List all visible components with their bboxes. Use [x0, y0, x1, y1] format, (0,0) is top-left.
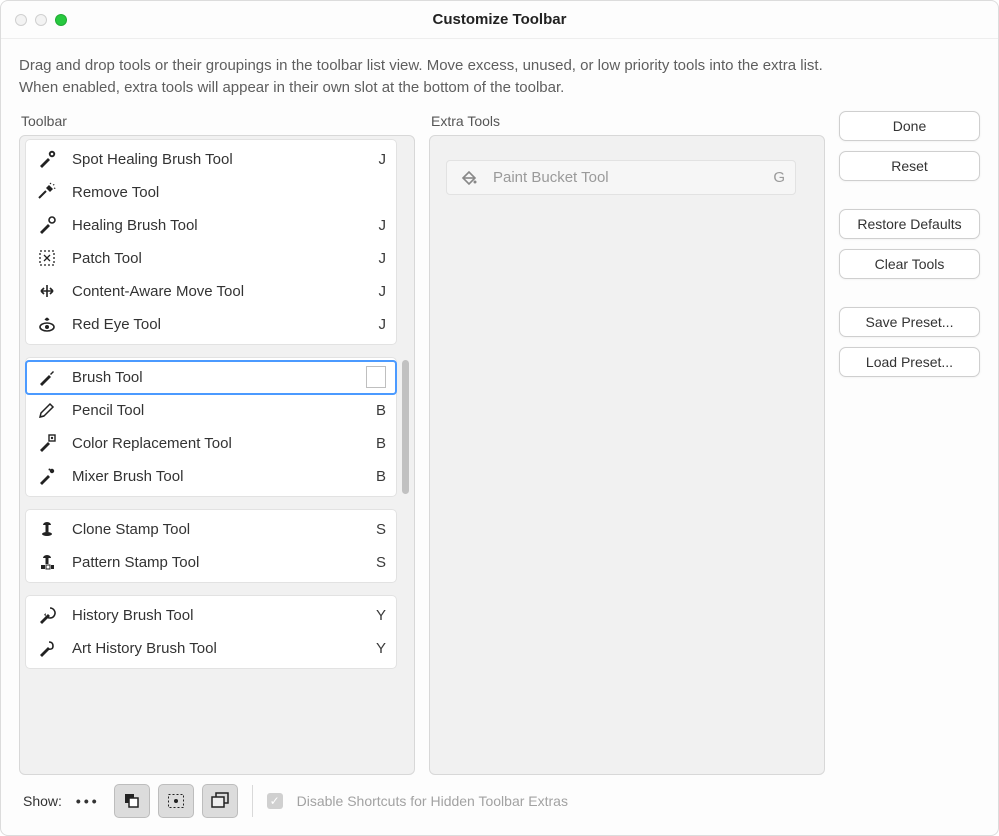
minimize-window-button[interactable]	[35, 14, 47, 26]
scrollbar-thumb[interactable]	[402, 360, 409, 494]
reset-button[interactable]: Reset	[839, 151, 980, 181]
shortcut-key: B	[370, 468, 386, 485]
toolbar-listbox[interactable]: Spot Healing Brush ToolJRemove ToolHeali…	[19, 135, 415, 776]
quick-mask-toggle[interactable]	[158, 784, 194, 818]
toolbar-column: Toolbar Spot Healing Brush ToolJRemove T…	[19, 111, 415, 776]
tool-label: Clone Stamp Tool	[72, 521, 370, 538]
shortcut-key: B	[370, 402, 386, 419]
brush-icon	[36, 366, 58, 388]
tool-row[interactable]: Spot Healing Brush ToolJ	[26, 143, 396, 176]
tool-group[interactable]: Spot Healing Brush ToolJRemove ToolHeali…	[26, 140, 396, 344]
shortcut-key: G	[769, 169, 785, 186]
save-preset-button[interactable]: Save Preset...	[839, 307, 980, 337]
tool-label: Content-Aware Move Tool	[72, 283, 370, 300]
edit-toolbar-toggle[interactable]	[114, 784, 150, 818]
remove-tool-icon	[36, 181, 58, 203]
tool-label: Mixer Brush Tool	[72, 468, 370, 485]
color-replacement-icon	[36, 432, 58, 454]
clear-tools-button[interactable]: Clear Tools	[839, 249, 980, 279]
pencil-icon	[36, 399, 58, 421]
extra-tools-menu-icon[interactable]: •••	[76, 793, 100, 809]
load-preset-button[interactable]: Load Preset...	[839, 347, 980, 377]
tool-row[interactable]: Pencil ToolB	[26, 394, 396, 427]
history-brush-icon	[36, 604, 58, 626]
tool-row[interactable]: Patch ToolJ	[26, 242, 396, 275]
restore-defaults-button[interactable]: Restore Defaults	[839, 209, 980, 239]
done-button[interactable]: Done	[839, 111, 980, 141]
shortcut-key: J	[370, 316, 386, 333]
art-history-brush-icon	[36, 637, 58, 659]
toolbar-column-label: Toolbar	[21, 113, 415, 129]
shortcut-key: J	[370, 151, 386, 168]
tool-label: Brush Tool	[72, 369, 362, 386]
tool-row[interactable]: Remove Tool	[26, 176, 396, 209]
tool-label: Color Replacement Tool	[72, 435, 370, 452]
close-window-button[interactable]	[15, 14, 27, 26]
tool-row[interactable]: History Brush ToolY	[26, 599, 396, 632]
description-text: Drag and drop tools or their groupings i…	[19, 55, 829, 99]
scrollbar[interactable]	[402, 142, 409, 769]
tool-label: Healing Brush Tool	[72, 217, 370, 234]
tool-row[interactable]: Mixer Brush ToolB	[26, 460, 396, 493]
shortcut-key: Y	[370, 607, 386, 624]
window-title: Customize Toolbar	[1, 11, 998, 28]
spot-healing-brush-icon	[36, 148, 58, 170]
pattern-stamp-icon	[36, 551, 58, 573]
screen-mode-toggle[interactable]	[202, 784, 238, 818]
paint-bucket-icon	[457, 166, 479, 188]
clone-stamp-icon	[36, 518, 58, 540]
tool-label: Art History Brush Tool	[72, 640, 370, 657]
show-label: Show:	[23, 793, 62, 809]
extras-column-label: Extra Tools	[431, 113, 825, 129]
extras-listbox[interactable]: Paint Bucket ToolG	[429, 135, 825, 776]
tool-row[interactable]: Clone Stamp ToolS	[26, 513, 396, 546]
traffic-lights	[15, 14, 67, 26]
patch-tool-icon	[36, 247, 58, 269]
tool-label: Patch Tool	[72, 250, 370, 267]
tool-label: Pattern Stamp Tool	[72, 554, 370, 571]
shortcut-key: S	[370, 554, 386, 571]
tool-label: Remove Tool	[72, 184, 370, 201]
tool-row[interactable]: Brush Tool	[26, 361, 396, 394]
footer: Show: ••• ✓ Disable Shortcuts for Hidden…	[19, 775, 980, 827]
tool-label: Spot Healing Brush Tool	[72, 151, 370, 168]
shortcut-key: J	[370, 217, 386, 234]
tool-row[interactable]: Pattern Stamp ToolS	[26, 546, 396, 579]
customize-toolbar-window: Customize Toolbar Drag and drop tools or…	[0, 0, 999, 836]
tool-group[interactable]: History Brush ToolYArt History Brush Too…	[26, 596, 396, 668]
shortcut-key: S	[370, 521, 386, 538]
disable-shortcuts-label: Disable Shortcuts for Hidden Toolbar Ext…	[297, 793, 568, 809]
tool-row[interactable]: Content-Aware Move ToolJ	[26, 275, 396, 308]
tool-label: Red Eye Tool	[72, 316, 370, 333]
content-area: Drag and drop tools or their groupings i…	[1, 39, 998, 835]
shortcut-key: J	[370, 283, 386, 300]
extra-tool-row[interactable]: Paint Bucket ToolG	[447, 161, 795, 194]
red-eye-icon	[36, 313, 58, 335]
titlebar: Customize Toolbar	[1, 1, 998, 39]
maximize-window-button[interactable]	[55, 14, 67, 26]
shortcut-input[interactable]	[366, 366, 386, 388]
healing-brush-icon	[36, 214, 58, 236]
tool-row[interactable]: Art History Brush ToolY	[26, 632, 396, 665]
extras-column: Extra Tools Paint Bucket ToolG	[429, 111, 825, 776]
extra-tool-group[interactable]: Paint Bucket ToolG	[446, 160, 796, 195]
tool-label: Paint Bucket Tool	[493, 169, 769, 186]
shortcut-key: J	[370, 250, 386, 267]
disable-shortcuts-checkbox[interactable]: ✓	[267, 793, 283, 809]
separator	[252, 785, 253, 817]
content-aware-move-icon	[36, 280, 58, 302]
tool-group[interactable]: Brush ToolPencil ToolBColor Replacement …	[26, 358, 396, 496]
shortcut-key: B	[370, 435, 386, 452]
mixer-brush-icon	[36, 465, 58, 487]
tool-row[interactable]: Red Eye ToolJ	[26, 308, 396, 341]
tool-row[interactable]: Color Replacement ToolB	[26, 427, 396, 460]
tool-label: History Brush Tool	[72, 607, 370, 624]
tool-row[interactable]: Healing Brush ToolJ	[26, 209, 396, 242]
tool-group[interactable]: Clone Stamp ToolSPattern Stamp ToolS	[26, 510, 396, 582]
tool-label: Pencil Tool	[72, 402, 370, 419]
shortcut-key: Y	[370, 640, 386, 657]
action-buttons: Done Reset Restore Defaults Clear Tools …	[839, 111, 980, 776]
